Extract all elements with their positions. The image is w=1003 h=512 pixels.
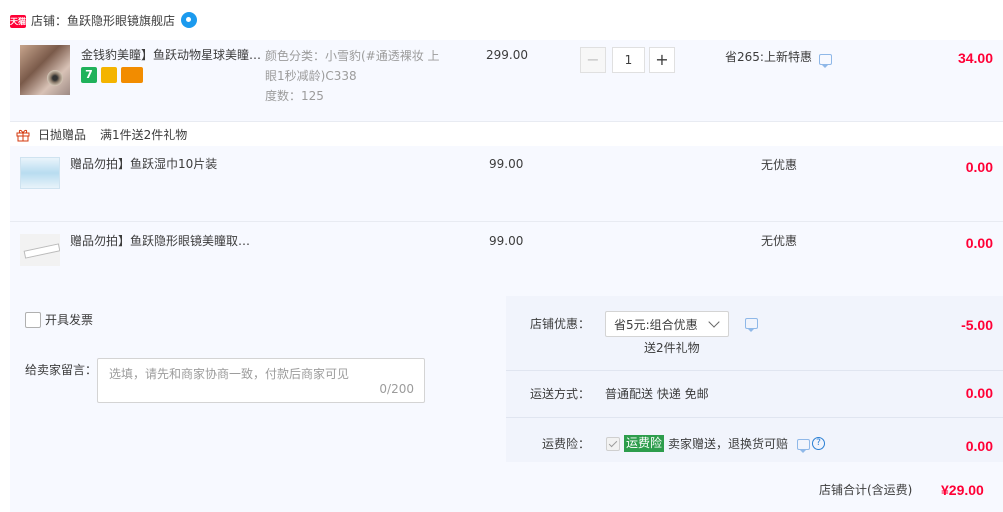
sku-line-3: 度数：125 xyxy=(265,89,324,103)
divider xyxy=(506,417,1003,418)
tmall-badge: 天猫 xyxy=(10,15,26,28)
chevron-down-icon xyxy=(708,316,720,328)
message-placeholder: 选填，请先和商家协商一致，付款后商家可见 xyxy=(109,367,350,381)
divider xyxy=(506,370,1003,371)
guarantee-icon xyxy=(101,67,117,83)
insurance-comment-icon[interactable] xyxy=(797,439,810,453)
shipping-amount: 0.00 xyxy=(965,385,993,401)
invoice-checkbox[interactable] xyxy=(25,312,41,328)
message-char-counter: 0/200 xyxy=(379,382,414,396)
insurance-amount: 0.00 xyxy=(965,438,993,454)
gift-amount: 0.00 xyxy=(965,235,993,251)
insurance-checkbox xyxy=(606,437,620,451)
lens-image-icon xyxy=(47,70,63,86)
gift-amount: 0.00 xyxy=(965,159,993,175)
shop-total-label: 店铺合计(含运费) xyxy=(819,483,913,497)
gift-title-link[interactable]: 赠品勿拍】鱼跃隐形眼镜美瞳取… xyxy=(70,232,250,250)
gift-title-link[interactable]: 赠品勿拍】鱼跃湿巾10片装 xyxy=(70,155,217,173)
sku-line-1: 颜色分类：小雪豹(#通透裸妆 上 xyxy=(265,49,440,63)
message-label: 给卖家留言： xyxy=(25,363,98,377)
gift-rule-label: 满1件送2件礼物 xyxy=(100,128,188,142)
quantity-decrease-button[interactable]: − xyxy=(580,47,606,73)
gift-icon xyxy=(16,129,30,142)
invoice-label[interactable]: 开具发票 xyxy=(45,311,93,329)
shop-discount-selected: 省5元:组合优惠 xyxy=(614,318,698,332)
help-icon[interactable]: ? xyxy=(812,437,825,450)
shipping-label: 运送方式： xyxy=(530,387,591,401)
shop-discount-note: 送2件礼物 xyxy=(644,341,700,355)
sku-line-2: 眼1秒减龄)C338 xyxy=(265,69,357,83)
gift-type-label: 日抛赠品 xyxy=(38,128,87,142)
gift-thumbnail[interactable] xyxy=(20,234,60,266)
seller-message-input[interactable]: 选填，请先和商家协商一致，付款后商家可见 0/200 xyxy=(97,358,425,403)
credit-card-icon xyxy=(121,67,143,83)
item-amount: 34.00 xyxy=(957,50,993,66)
quantity-input[interactable]: 1 xyxy=(612,47,645,73)
insurance-text: 卖家赠送，退换货可赔 xyxy=(668,437,789,451)
shipping-method: 普通配送 快递 免邮 xyxy=(605,387,709,401)
chat-seller-icon[interactable] xyxy=(181,12,197,28)
gift-promotion: 无优惠 xyxy=(761,234,798,248)
gift-promotion: 无优惠 xyxy=(761,158,798,172)
shop-name-link[interactable]: 店铺：鱼跃隐形眼镜旗舰店 xyxy=(31,12,175,30)
unit-price: 299.00 xyxy=(486,48,528,62)
seven-day-return-icon: 7 xyxy=(81,67,97,83)
gift-price: 99.00 xyxy=(489,234,524,248)
product-title-link[interactable]: 金钱豹美瞳】鱼跃动物星球美瞳… xyxy=(81,46,261,64)
shop-discount-label: 店铺优惠： xyxy=(530,317,591,331)
item-promotion: 省265:上新特惠 xyxy=(725,50,812,64)
gift-thumbnail[interactable] xyxy=(20,157,60,189)
quantity-increase-button[interactable]: + xyxy=(649,47,675,73)
gift-price: 99.00 xyxy=(489,157,524,171)
shop-total-amount: ¥29.00 xyxy=(941,482,984,498)
insurance-badge: 运费险 xyxy=(624,435,665,452)
discount-comment-icon[interactable] xyxy=(745,318,758,332)
insurance-label: 运费险： xyxy=(542,437,591,451)
shop-discount-amount: -5.00 xyxy=(961,317,993,333)
promo-comment-icon[interactable] xyxy=(819,54,832,68)
product-thumbnail[interactable] xyxy=(20,45,70,95)
shop-discount-select[interactable]: 省5元:组合优惠 xyxy=(605,311,729,337)
